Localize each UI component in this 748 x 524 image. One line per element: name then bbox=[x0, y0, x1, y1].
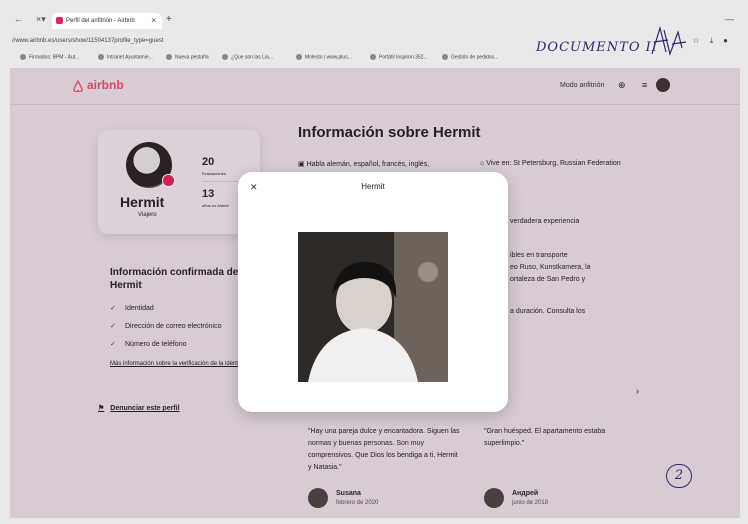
profile-photo-drawing bbox=[298, 232, 448, 382]
toolbar-icons[interactable]: ☆⤓● bbox=[692, 36, 738, 46]
bookmark-item[interactable]: ¿Que son las Lia... bbox=[222, 54, 273, 60]
bookmark-item[interactable]: Portátil Inspiron 352... bbox=[370, 54, 428, 60]
browser-tab[interactable]: Perfil del anfitrión - Airbnb × bbox=[52, 13, 162, 29]
modal-title: Hermit bbox=[361, 182, 385, 191]
photo-modal: ✕ Hermit bbox=[238, 172, 508, 412]
close-tab-icon[interactable]: × bbox=[151, 13, 156, 29]
bookmark-item[interactable]: Intranet Ayuntamie... bbox=[98, 54, 153, 60]
handwritten-signature bbox=[651, 25, 687, 57]
airbnb-favicon-icon bbox=[56, 17, 63, 24]
new-tab-icon[interactable]: + bbox=[166, 14, 172, 25]
url-text: //www.airbnb.es/users/show/11504137profi… bbox=[12, 38, 164, 44]
bookmark-item[interactable]: Molesto | www.plus... bbox=[296, 54, 352, 60]
browser-tab-bar: ← ×▾ Perfil del anfitrión - Airbnb × + — bbox=[0, 10, 748, 32]
bookmark-item[interactable]: Nueva pestaña bbox=[166, 54, 209, 60]
profile-photo-large bbox=[298, 232, 448, 382]
minimize-icon[interactable]: — bbox=[725, 14, 734, 24]
back-icon[interactable]: ← bbox=[14, 14, 23, 24]
handwritten-annotation: DOCUMENTO II bbox=[536, 40, 658, 55]
bookmark-item[interactable]: Gestión de pedidos... bbox=[442, 54, 498, 60]
tab-title: Perfil del anfitrión - Airbnb bbox=[66, 18, 135, 24]
bookmark-item[interactable]: Firmados: BPM - Aut... bbox=[20, 54, 79, 60]
tab-list-icon[interactable]: ×▾ bbox=[36, 14, 46, 25]
